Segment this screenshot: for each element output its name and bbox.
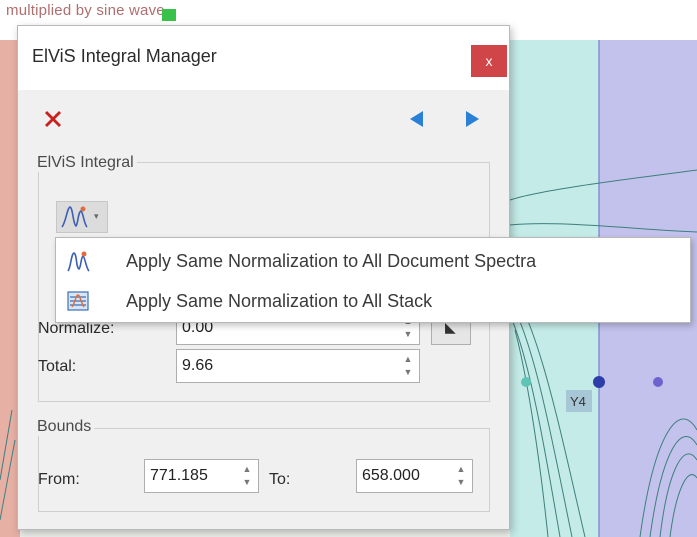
menu-item-all-document-spectra[interactable]: Apply Same Normalization to All Document… [56,242,690,280]
previous-integral-button[interactable] [406,108,428,130]
chart-label-y4: Y4 [570,394,586,409]
menu-item-label: Apply Same Normalization to All Document… [126,251,537,271]
chart-point-navy [593,376,605,388]
chevron-down-icon: ▾ [94,211,99,221]
close-icon: x [485,53,493,69]
title-bar: ElViS Integral Manager x [18,26,509,90]
total-label: Total: [38,358,77,375]
dialog-title: ElViS Integral Manager [32,46,217,66]
spin-arrows-icon[interactable]: ▲▼ [456,463,466,489]
integral-group-label: ElViS Integral [34,154,137,172]
red-x-icon [45,111,61,127]
chart-point-teal [521,377,531,387]
spectrum-peak-icon [67,251,90,272]
spin-arrows-icon[interactable]: ▲▼ [403,353,413,379]
stack-spectra-icon [67,291,89,311]
total-spinbox[interactable]: 9.66 ▲ ▼ [176,349,420,383]
normalization-menu: Apply Same Normalization to All Document… [55,237,691,323]
next-integral-button[interactable] [461,108,483,130]
menu-item-all-stack[interactable]: Apply Same Normalization to All Stack [56,282,690,320]
spectrum-peak-icon [61,206,88,228]
from-spinbox[interactable]: 771.185 ▲ ▼ [144,459,259,493]
total-value: 9.66 [182,357,214,374]
menu-item-label: Apply Same Normalization to All Stack [126,291,433,311]
green-marker-icon [162,9,176,21]
from-label: From: [38,471,80,488]
arrow-right-icon [466,111,479,127]
remove-integral-button[interactable] [42,108,64,130]
chart-point-purple [653,377,663,387]
normalize-menu-button[interactable]: ▾ [56,201,108,233]
bounds-group-label: Bounds [34,418,95,436]
to-label: To: [269,471,291,488]
background-title: multiplied by sine wave [6,2,165,19]
arrow-left-icon [410,111,423,127]
from-value: 771.185 [150,467,208,484]
to-spinbox[interactable]: 658.000 ▲ ▼ [356,459,473,493]
to-value: 658.000 [362,467,420,484]
spin-arrows-icon[interactable]: ▲▼ [242,463,252,489]
close-button[interactable]: x [471,45,507,77]
